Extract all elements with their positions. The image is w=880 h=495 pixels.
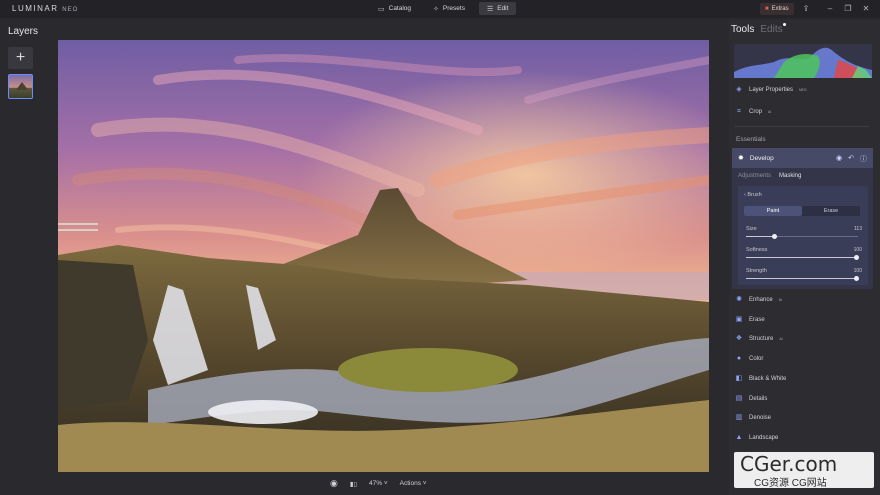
tool-enhance[interactable]: ✺ Enhance AI [735, 296, 782, 304]
restore-icon[interactable]: ❐ [842, 3, 854, 15]
extras-button[interactable]: ■ Extras [760, 3, 794, 15]
add-layer-button[interactable]: + [8, 47, 33, 69]
info-icon[interactable]: ⓘ [860, 154, 867, 164]
layer-properties-item[interactable]: ◈ Layer Properties NEO [735, 86, 806, 94]
tool-denoise[interactable]: ▥ Denoise [735, 414, 771, 422]
share-icon[interactable]: ⇪ [800, 3, 812, 15]
softness-label: Softness [746, 247, 768, 253]
histogram [734, 44, 872, 78]
softness-slider-handle[interactable] [854, 255, 859, 260]
tool-color[interactable]: ● Color [735, 355, 763, 363]
strength-slider[interactable] [746, 276, 859, 281]
structure-icon: ❖ [735, 335, 743, 342]
divider [735, 126, 869, 127]
tab-edits[interactable]: Edits [760, 24, 782, 35]
bottom-bar: ◉ ▮▯ 47% ˅ Actions ˅ [330, 478, 427, 489]
undo-icon[interactable]: ↶ [848, 154, 854, 164]
sliders-icon: ☰ [486, 5, 494, 13]
size-label: Size [746, 226, 757, 232]
develop-sun-icon: ✹ [738, 155, 744, 162]
erase-mode-button[interactable]: Erase [802, 206, 860, 216]
softness-value: 100 [853, 247, 862, 253]
softness-slider[interactable] [746, 255, 859, 260]
visibility-eye-icon[interactable]: ◉ [836, 154, 842, 164]
sparkle-icon: ✧ [433, 5, 439, 13]
tool-landscape[interactable]: ▲ Landscape [735, 434, 779, 442]
tool-black-white[interactable]: ◧ Black & White [735, 375, 787, 383]
tool-structure[interactable]: ❖ Structure AI [735, 335, 783, 343]
image-canvas[interactable] [58, 40, 709, 472]
tool-details[interactable]: ▤ Details [735, 395, 768, 403]
zoom-dropdown[interactable]: 47% ˅ [369, 480, 388, 487]
catalog-button[interactable]: ▭ Catalog [370, 2, 419, 15]
color-icon: ● [736, 355, 742, 362]
compare-icon[interactable]: ▮▯ [350, 480, 357, 488]
landscape-icon: ▲ [735, 434, 743, 441]
sun-icon: ✺ [736, 296, 742, 303]
denoise-icon: ▥ [735, 414, 743, 421]
layers-title: Layers [8, 26, 39, 37]
strength-value: 100 [853, 268, 862, 274]
tool-erase[interactable]: ▣ Erase [735, 316, 765, 324]
strength-label: Strength [746, 268, 767, 274]
folder-icon: ▭ [378, 5, 385, 13]
brush-mode-toggle: Paint Erase [744, 206, 860, 216]
minimize-icon[interactable]: – [824, 3, 836, 15]
layer-thumbnail[interactable] [8, 74, 33, 99]
crop-item[interactable]: ⌗ Crop AI [735, 108, 771, 116]
top-bar: LUMINAR NEO ▭ Catalog ✧ Presets ☰ Edit ■… [0, 0, 880, 18]
preview-eye-icon[interactable]: ◉ [330, 478, 338, 489]
brush-back-button[interactable]: ‹ Brush [744, 192, 762, 198]
paint-mode-button[interactable]: Paint [744, 206, 802, 216]
close-icon[interactable]: ✕ [860, 3, 872, 15]
eraser-icon: ▣ [735, 316, 743, 323]
size-slider-handle[interactable] [772, 234, 777, 239]
develop-panel: ✹ Develop ◉ ↶ ⓘ Adjustments Masking ‹ Br… [732, 148, 873, 289]
tab-adjustments[interactable]: Adjustments [738, 173, 771, 179]
actions-dropdown[interactable]: Actions ˅ [400, 480, 427, 487]
essentials-heading: Essentials [736, 136, 766, 143]
extras-icon: ■ [765, 6, 769, 12]
details-icon: ▤ [735, 395, 743, 402]
tools-panel: Tools Edits ◈ Layer Properties NEO ⌗ Cro… [729, 20, 880, 495]
tab-tools[interactable]: Tools [731, 24, 754, 35]
tab-masking[interactable]: Masking [779, 173, 801, 179]
presets-button[interactable]: ✧ Presets [425, 2, 473, 15]
size-slider[interactable] [746, 234, 858, 239]
edit-button[interactable]: ☰ Edit [478, 2, 517, 15]
size-value: 113 [854, 226, 862, 232]
develop-header[interactable]: ✹ Develop ◉ ↶ ⓘ [732, 148, 873, 168]
panel-tabs: Tools Edits [731, 24, 783, 35]
develop-subtabs: Adjustments Masking [738, 173, 801, 179]
brush-panel: ‹ Brush Paint Erase Size 113 Softness 10… [738, 186, 868, 285]
bw-icon: ◧ [735, 375, 743, 382]
strength-slider-handle[interactable] [854, 276, 859, 281]
app-logo: LUMINAR NEO [12, 4, 79, 13]
watermark: CGer.com CG资源 CG网站 [734, 452, 874, 489]
crop-icon: ⌗ [737, 108, 741, 115]
layers-icon: ◈ [736, 86, 742, 93]
edits-indicator-dot [783, 23, 786, 26]
top-navigation: ▭ Catalog ✧ Presets ☰ Edit [370, 2, 517, 15]
